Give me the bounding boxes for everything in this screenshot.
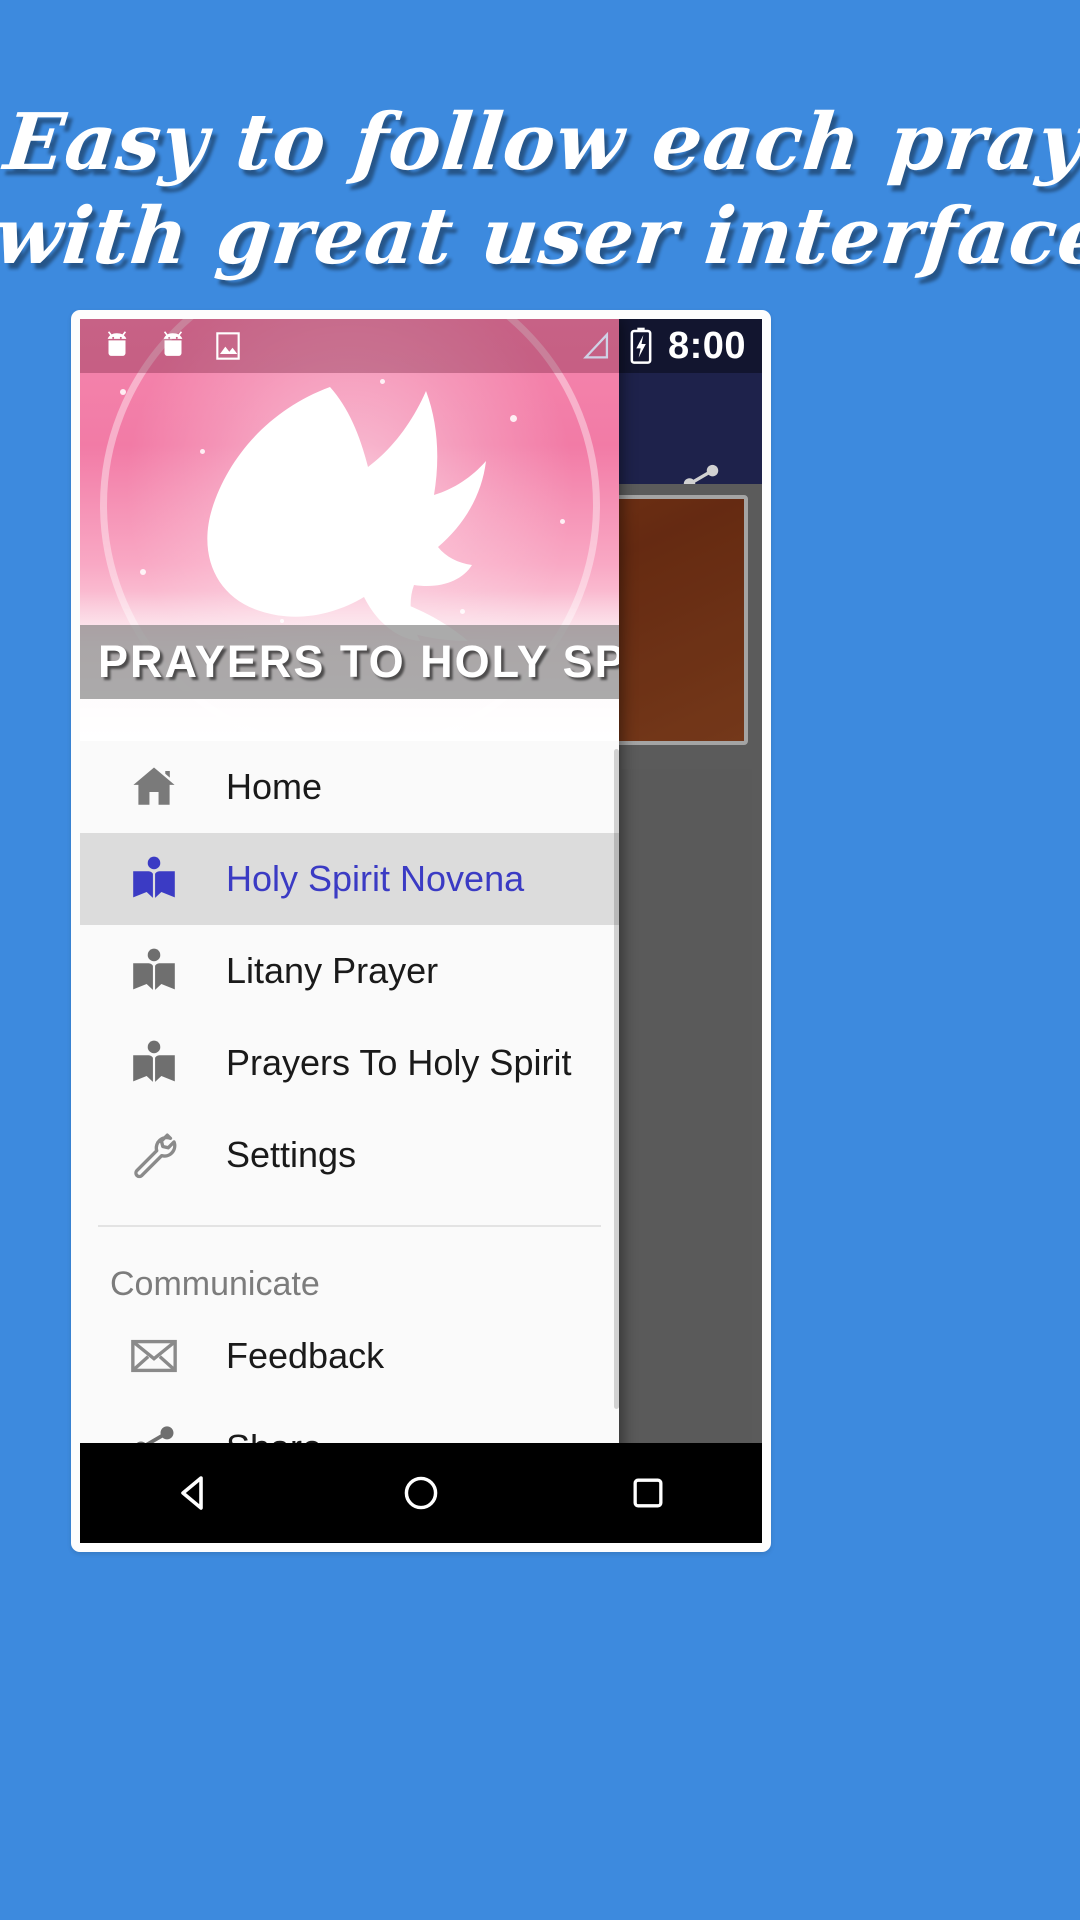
back-triangle-icon[interactable] (134, 1443, 254, 1543)
sidebar-item-label: Home (226, 766, 323, 807)
drawer-menu-list: Home Holy Spirit Novena Litany Prayer Pr… (80, 741, 619, 1543)
sidebar-item-prayers-to-holy-spirit[interactable]: Prayers To Holy Spirit (80, 1017, 619, 1109)
sidebar-item-settings[interactable]: Settings (80, 1109, 619, 1201)
sparkle (280, 619, 284, 623)
android-notification-icon (107, 331, 127, 356)
sidebar-item-label: Prayers To Holy Spirit (226, 1042, 572, 1083)
sidebar-item-holy-spirit-novena[interactable]: Holy Spirit Novena (80, 833, 619, 925)
home-circle-icon[interactable] (361, 1443, 481, 1543)
headline-line-1: Easy to follow each prayer (0, 97, 1080, 188)
sidebar-item-label: Settings (226, 1134, 357, 1175)
recents-square-icon[interactable] (588, 1443, 708, 1543)
phone-screen: IT AYS) FTS before omise n Your stles he… (80, 319, 762, 1543)
sidebar-item-feedback[interactable]: Feedback (80, 1310, 619, 1402)
sidebar-item-litany-prayer[interactable]: Litany Prayer (80, 925, 619, 1017)
status-bar-clock: 8:00 (667, 324, 746, 367)
book-icon (108, 853, 200, 905)
signal-icon (582, 331, 608, 359)
status-bar-system-icons: 8:00 (580, 319, 762, 373)
sparkle (120, 389, 126, 395)
home-icon (108, 761, 200, 813)
drawer-banner: PRAYERS TO HOLY SPIRIT (80, 625, 619, 699)
drawer-section-label: Communicate (110, 1265, 320, 1303)
sparkle (560, 519, 565, 524)
sidebar-item-label: Feedback (226, 1335, 385, 1376)
sparkle (380, 379, 385, 384)
wrench-icon (108, 1128, 200, 1182)
sparkle (200, 449, 205, 454)
image-notification-icon (216, 332, 240, 360)
sparkle (510, 415, 517, 422)
book-icon (108, 945, 200, 997)
sidebar-item-label: Holy Spirit Novena (226, 858, 525, 899)
sparkle (460, 609, 465, 614)
android-navigation-bar (80, 1443, 762, 1543)
drawer-scrollbar[interactable] (614, 749, 619, 1409)
book-icon (108, 1037, 200, 1089)
phone-frame: IT AYS) FTS before omise n Your stles he… (71, 310, 771, 1552)
status-bar (80, 319, 619, 373)
navigation-drawer: PRAYERS TO HOLY SPIRIT (80, 319, 619, 1543)
sidebar-item-home[interactable]: Home (80, 741, 619, 833)
headline-line-2: with great user interface (0, 191, 1080, 282)
page-title: Easy to follow each prayer with great us… (0, 96, 1080, 284)
sidebar-item-label: Litany Prayer (226, 950, 439, 991)
envelope-icon (108, 1329, 200, 1383)
sparkle (140, 569, 146, 575)
drawer-banner-title: PRAYERS TO HOLY SPIRIT (98, 636, 619, 687)
drawer-header: PRAYERS TO HOLY SPIRIT (80, 319, 619, 741)
battery-charging-icon (630, 327, 652, 364)
android-notification-icon (163, 331, 183, 356)
